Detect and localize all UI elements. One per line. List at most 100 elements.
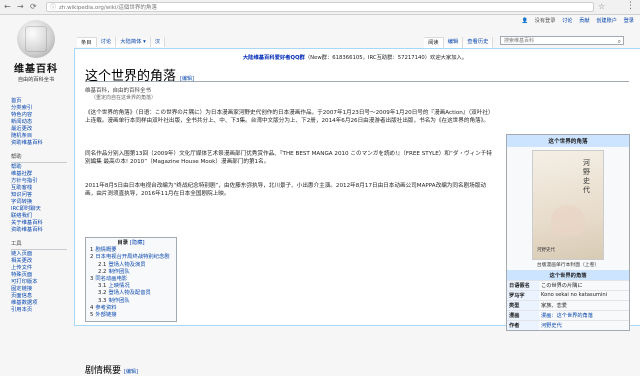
section-edit-link[interactable]: [编辑] [124, 369, 138, 375]
tab-talk[interactable]: 讨论 [96, 37, 117, 47]
contributions-link[interactable]: 贡献 [579, 18, 589, 24]
sidebar-tools-heading[interactable]: 工具 [11, 241, 67, 250]
tab-article[interactable]: 条目 [77, 37, 97, 47]
infobox-row: 类型 家族、恋爱 [507, 300, 629, 310]
toc-item[interactable]: 4 参考资料 [90, 305, 172, 312]
cover-image[interactable]: 河 野 史 代 河野史代 [532, 150, 604, 260]
infobox-value: Kono sekai no katasumini [541, 292, 608, 298]
sidebar-item-main-page[interactable]: 首页 [11, 98, 67, 105]
sidebar-item-donate-2[interactable]: 资助维基百科 [11, 227, 67, 234]
sidebar-item-recent-changes[interactable]: 最近更改 [11, 126, 67, 133]
sidebar-item-special-pages[interactable]: 特殊页面 [11, 272, 67, 279]
sidebar-item-contact[interactable]: 联络我们 [11, 213, 67, 220]
intro-paragraph-1: 《这个世界的角落》（日语：この世界の片隅に）为日本漫画家河野史代创作的日本漫画作… [85, 110, 494, 124]
sidebar-item-upload[interactable]: 上传文件 [11, 265, 67, 272]
toc-item-number: 1 [90, 247, 94, 254]
search-icon[interactable]: ⌕ [618, 37, 621, 46]
toc-item[interactable]: 2 日本电视台开局终战特别纪念剧 [90, 254, 172, 261]
section-heading: 剧情概要 [编辑] [85, 363, 138, 376]
toc-item[interactable]: 5 外部链接 [90, 312, 172, 319]
toc-item[interactable]: 3.3 制作团队 [90, 298, 172, 305]
tab-han[interactable]: 汉 [150, 37, 166, 47]
logo-tagline: 自由的百科全书 [17, 77, 55, 83]
forward-icon[interactable]: → [17, 2, 24, 12]
infobox-row: 作者 河野史代 [507, 320, 629, 330]
search-input[interactable]: 搜索维基百科 ⌕ [500, 36, 624, 45]
browser-menu-icon[interactable]: ⋮ [626, 1, 635, 11]
toc-item-number: 5 [90, 312, 94, 319]
wikipedia-logo[interactable]: 维基百科 自由的百科全书 [6, 20, 66, 83]
sidebar-item-permalink[interactable]: 固定链接 [11, 286, 67, 293]
infobox-row: 罗马字 Kono sekai no katasumini [507, 290, 629, 300]
sidebar-item-page-info[interactable]: 页面信息 [11, 293, 67, 300]
intro-paragraph-2: 同名作品分别入围第13回（2009年）文化厅媒体艺术祭漫画部门优秀赏作品、『TH… [85, 151, 493, 165]
site-notice-rest: （New群：618366105，IRC互助群：57217140）欢迎大家加入。 [304, 55, 468, 61]
sidebar-item-qa[interactable]: 知识问答 [11, 192, 67, 199]
intro-paragraph-3: 2011年8月5日由日本电视台改编为“终战纪念特别剧”，由佐藤东弥执导，北川景子… [85, 183, 486, 197]
sidebar-item-featured[interactable]: 特色内容 [11, 112, 67, 119]
personal-tools: 👤 没有登录 讨论 贡献 创建账户 登录 [522, 17, 634, 24]
user-icon: 👤 [521, 18, 529, 24]
lock-icon: ⓘ [50, 4, 57, 11]
infobox-value[interactable]: 漫画：这个世界的角落 [539, 311, 629, 320]
section-title: 剧情概要 [85, 366, 122, 376]
toc-item-number: 2.2 [98, 268, 107, 275]
chevron-down-icon: ▾ [143, 39, 146, 45]
talk-link[interactable]: 讨论 [562, 18, 572, 24]
address-bar[interactable]: ⓘ zh.wikipedia.org/wiki/這個世界的角落 [46, 2, 594, 12]
browser-toolbar: ← → ⟳ ⓘ zh.wikipedia.org/wiki/這個世界的角落 ☆ … [0, 0, 640, 15]
sidebar-item-community[interactable]: 维基社群 [11, 171, 67, 178]
infobox-title: 这个世界的角落 [507, 135, 629, 147]
logo-name: 维基百科 [14, 64, 58, 75]
site-notice: 大陆维基百科爱好者QQ群（New群：618366105，IRC互助群：57217… [75, 53, 635, 61]
toc-item-number: 2 [90, 254, 94, 261]
toc-item-number: 3.2 [98, 290, 107, 297]
toc-item-number: 4 [90, 304, 94, 311]
toc-list: 1 剧情概要 2 日本电视台开局终战特别纪念剧 2.1 登场人物及演员 2.2 制作团队 3 同名… [90, 247, 172, 319]
sidebar-item-news[interactable]: 新闻动态 [11, 119, 67, 126]
tab-edit[interactable]: 编辑 [443, 37, 464, 48]
login-link[interactable]: 登录 [624, 18, 634, 24]
infobox-rows: 日语假名 この世界の片隅に 罗马字 Kono sekai no katasumini 类… [507, 280, 629, 330]
sidebar-item-donate[interactable]: 资助维基百科 [11, 140, 67, 147]
redirect-note[interactable]: （重定向自在这世界的角落） [91, 94, 156, 101]
sidebar-item-categories[interactable]: 分类索引 [11, 105, 67, 112]
sidebar-item-wikidata[interactable]: 维基数据项 [11, 300, 67, 307]
puzzle-globe-icon [17, 20, 55, 58]
bookmark-star-icon[interactable]: ☆ [598, 2, 605, 11]
cover-caption: 台版漫画单行本封面（上卷） [536, 263, 600, 268]
infobox-row: 日语假名 この世界の片隅に [507, 280, 629, 290]
back-icon[interactable]: ← [4, 2, 11, 12]
sidebar-item-related-changes[interactable]: 相关更改 [11, 258, 67, 265]
toc-item[interactable]: 3.2 登场人物及配音员 [90, 290, 172, 297]
toc-item-label: 外部链接 [95, 312, 117, 319]
sidebar-item-help[interactable]: 帮助 [11, 164, 67, 171]
toc-item[interactable]: 2.1 登场人物及演员 [90, 262, 172, 269]
sidebar-item-policy[interactable]: 方针与指引 [11, 178, 67, 185]
toc-hide-link[interactable]: [隐藏] [130, 240, 145, 246]
site-notice-link[interactable]: 大陆维基百科爱好者QQ群 [243, 55, 305, 61]
tab-history[interactable]: 查看历史 [463, 37, 494, 48]
sidebar-item-cite[interactable]: 引用本页 [11, 307, 67, 314]
toc-item-label: 上映情况 [108, 283, 130, 290]
toc-heading: 目录 [117, 240, 128, 246]
sidebar-item-what-links-here[interactable]: 链入页面 [11, 251, 67, 258]
tab-read[interactable]: 阅读 [424, 37, 444, 48]
sidebar-item-irc[interactable]: IRC即时聊天 [11, 206, 67, 213]
sidebar-help-heading[interactable]: 帮助 [11, 154, 67, 163]
toc-item[interactable]: 2.2 制作团队 [90, 269, 172, 276]
tab-variant[interactable]: 大陆简体 ▾ [116, 37, 151, 47]
sidebar-item-conversion[interactable]: 字词转换 [11, 199, 67, 206]
toc-item-label: 日本电视台开局终战特别纪念剧 [95, 254, 170, 261]
sidebar-item-village-pump[interactable]: 互助客栈 [11, 185, 67, 192]
url-text: zh.wikipedia.org/wiki/這個世界的角落 [59, 5, 157, 11]
infobox-row: 漫画 漫画：这个世界的角落 [507, 310, 629, 320]
sidebar-item-random[interactable]: 随机条目 [11, 133, 67, 140]
create-account-link[interactable]: 创建账户 [596, 18, 617, 24]
view-tabs: 阅读 编辑 查看历史 [424, 37, 494, 48]
sidebar-item-printable[interactable]: 可打印版本 [11, 279, 67, 286]
namespace-tabs: 条目 讨论 大陆简体 ▾ 汉 [77, 37, 166, 47]
sidebar-item-about[interactable]: 关于维基百科 [11, 220, 67, 227]
reload-icon[interactable]: ⟳ [30, 2, 37, 12]
cover-text-c: 史 [583, 177, 590, 185]
